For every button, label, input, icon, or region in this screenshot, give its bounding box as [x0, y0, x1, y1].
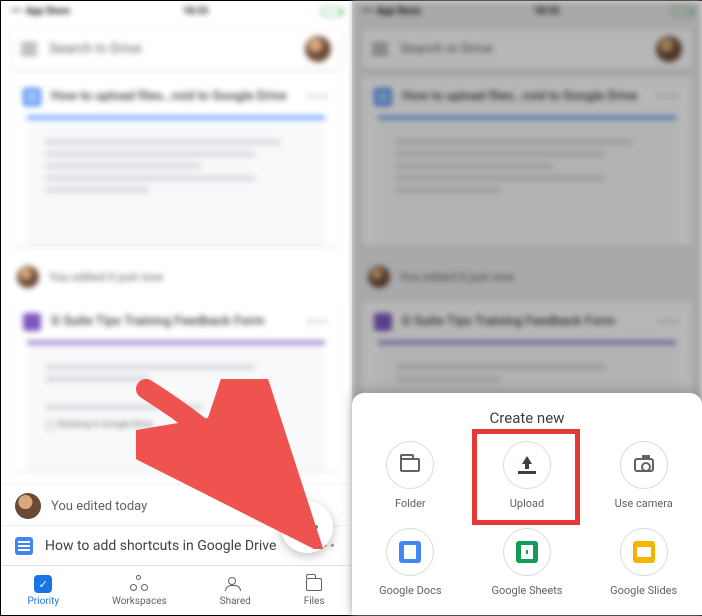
- plus-icon: [296, 516, 318, 538]
- opt-upload[interactable]: Upload: [469, 441, 586, 510]
- docs-icon: [23, 88, 41, 106]
- sheet-title: Create new: [352, 409, 702, 427]
- google-sheets-icon: [516, 541, 538, 563]
- folder-icon: [400, 458, 420, 472]
- more-icon[interactable]: •••: [307, 87, 329, 106]
- opt-sheets[interactable]: Google Sheets: [469, 528, 586, 597]
- bottom-nav: ✓ Priority Workspaces Shared Files: [1, 565, 351, 615]
- edit-row: You edited it just now: [1, 260, 351, 294]
- nav-shared[interactable]: Shared: [220, 574, 251, 607]
- forms-icon: [23, 313, 41, 331]
- docs-icon: [15, 537, 33, 555]
- nav-workspaces[interactable]: Workspaces: [112, 574, 167, 607]
- upload-icon: [518, 456, 536, 474]
- card-doc[interactable]: How to upload files…roid to Google Drive…: [11, 77, 341, 246]
- menu-icon[interactable]: [21, 43, 37, 55]
- opt-folder[interactable]: Folder: [352, 441, 469, 510]
- status-bar: •••App Store 18:33: [1, 1, 351, 21]
- opt-docs[interactable]: Google Docs: [352, 528, 469, 597]
- screenshot-right: •••App Store 18:33 Search in Drive How t…: [352, 1, 702, 615]
- google-docs-icon: [399, 541, 421, 563]
- search-bar[interactable]: Search in Drive: [11, 29, 341, 69]
- camera-icon: [634, 458, 654, 472]
- avatar[interactable]: [305, 36, 331, 62]
- google-slides-icon: [633, 541, 655, 563]
- avatar: [15, 493, 41, 519]
- create-new-sheet: Create new Folder Upload Use camera Goog…: [352, 393, 702, 615]
- nav-priority[interactable]: ✓ Priority: [27, 574, 59, 607]
- screenshot-left: •••App Store 18:33 Search in Drive How t…: [1, 1, 351, 615]
- nav-files[interactable]: Files: [304, 574, 325, 607]
- card-form[interactable]: G Suite Tips Training Feedback Form ••• …: [11, 302, 341, 471]
- search-placeholder: Search in Drive: [49, 41, 293, 57]
- fab-new[interactable]: [281, 501, 333, 553]
- opt-slides[interactable]: Google Slides: [585, 528, 702, 597]
- more-icon[interactable]: •••: [307, 312, 329, 331]
- opt-camera[interactable]: Use camera: [585, 441, 702, 510]
